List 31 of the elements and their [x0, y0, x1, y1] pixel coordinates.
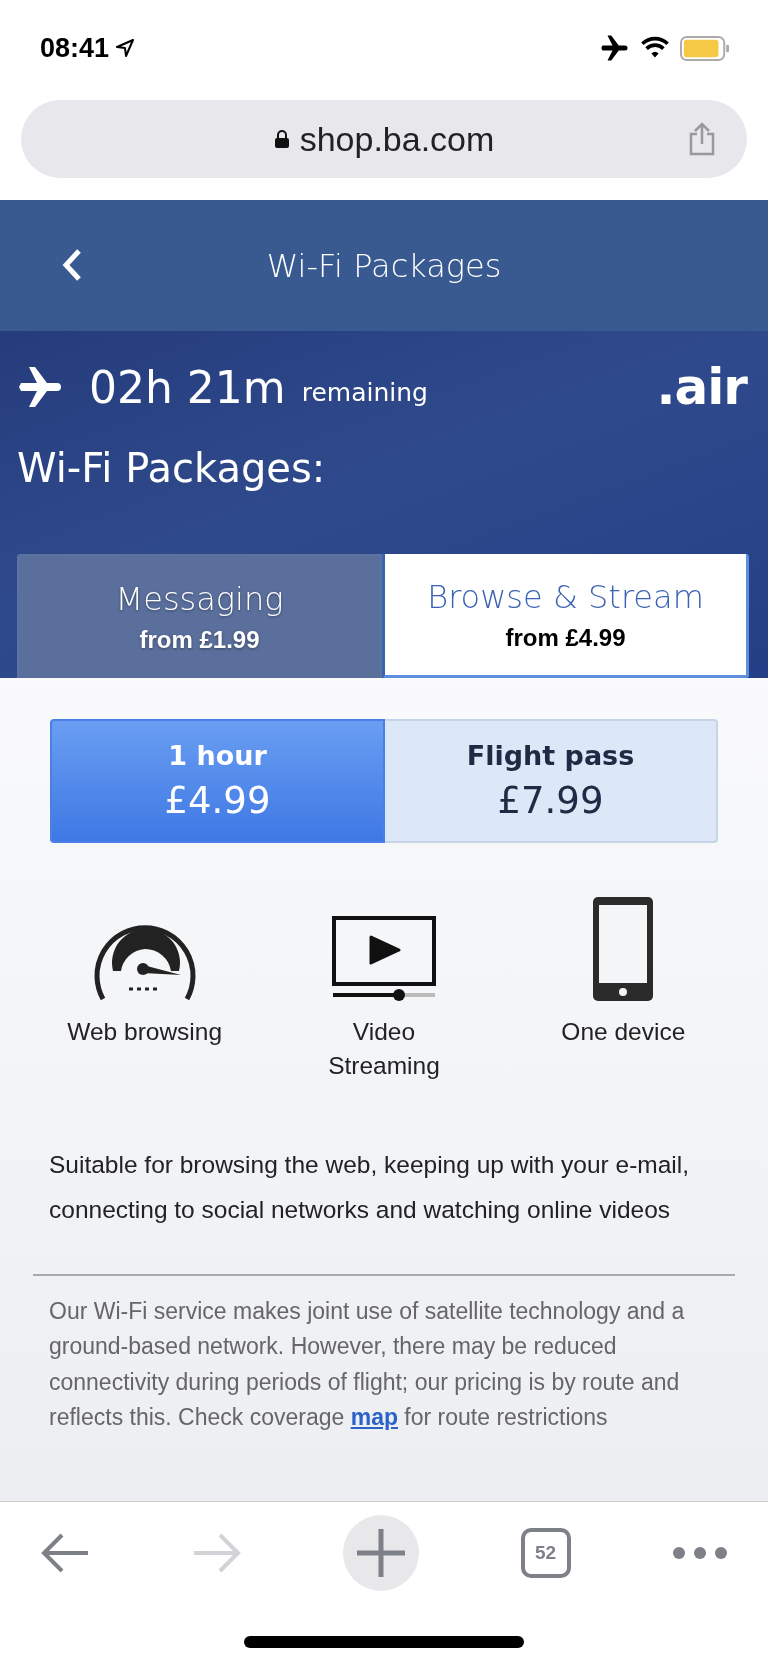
location-arrow-icon [115, 38, 136, 58]
smartphone-icon [593, 897, 654, 1001]
duration-option[interactable]: 1 hour £4.99 [50, 719, 385, 843]
remaining-label: remaining [301, 377, 428, 407]
airplane-icon [600, 33, 630, 63]
url-text: shop.ba.com [299, 119, 495, 159]
tab-count-button[interactable]: 52 [520, 1528, 571, 1578]
feature-label: Web browsing [67, 1017, 223, 1047]
lock-icon [273, 129, 290, 149]
wifi-icon [640, 36, 670, 60]
time-remaining: 02h 21m [89, 361, 286, 413]
packages-heading: Wi-Fi Packages: [17, 445, 327, 491]
page-title: Wi-Fi Packages [266, 246, 502, 285]
package-tab[interactable]: Browse & Stream from £4.99 [382, 554, 749, 678]
duration-option[interactable]: Flight pass £7.99 [385, 719, 718, 843]
video-player-icon [331, 915, 437, 1001]
map-link[interactable]: map [350, 1404, 398, 1431]
package-tab[interactable]: Messaging from £1.99 [17, 554, 382, 678]
brand-logo: .air [656, 358, 747, 416]
status-time: 08:41 [40, 32, 110, 64]
battery-icon [680, 35, 730, 61]
back-chevron-icon[interactable] [62, 248, 82, 282]
back-arrow-icon[interactable] [40, 1533, 90, 1573]
address-bar[interactable]: shop.ba.com [21, 100, 747, 178]
feature-label: Video Streaming [327, 1017, 441, 1082]
feature-label: One device [561, 1017, 686, 1047]
share-icon[interactable] [687, 122, 717, 156]
coverage-notice: Our Wi-Fi service makes joint use of satellite technology and a ground-based network. However, there may be reduced connectivity during periods of flight; our pricing is by route and reflects this. Check coverage map for route restrictions [49, 1296, 686, 1433]
package-description: Suitable for browsing the web, keeping up with your e-mail, connecting to social networks and watching online videos [49, 1149, 691, 1225]
more-icon[interactable] [672, 1546, 728, 1560]
new-tab-button[interactable] [343, 1515, 419, 1591]
